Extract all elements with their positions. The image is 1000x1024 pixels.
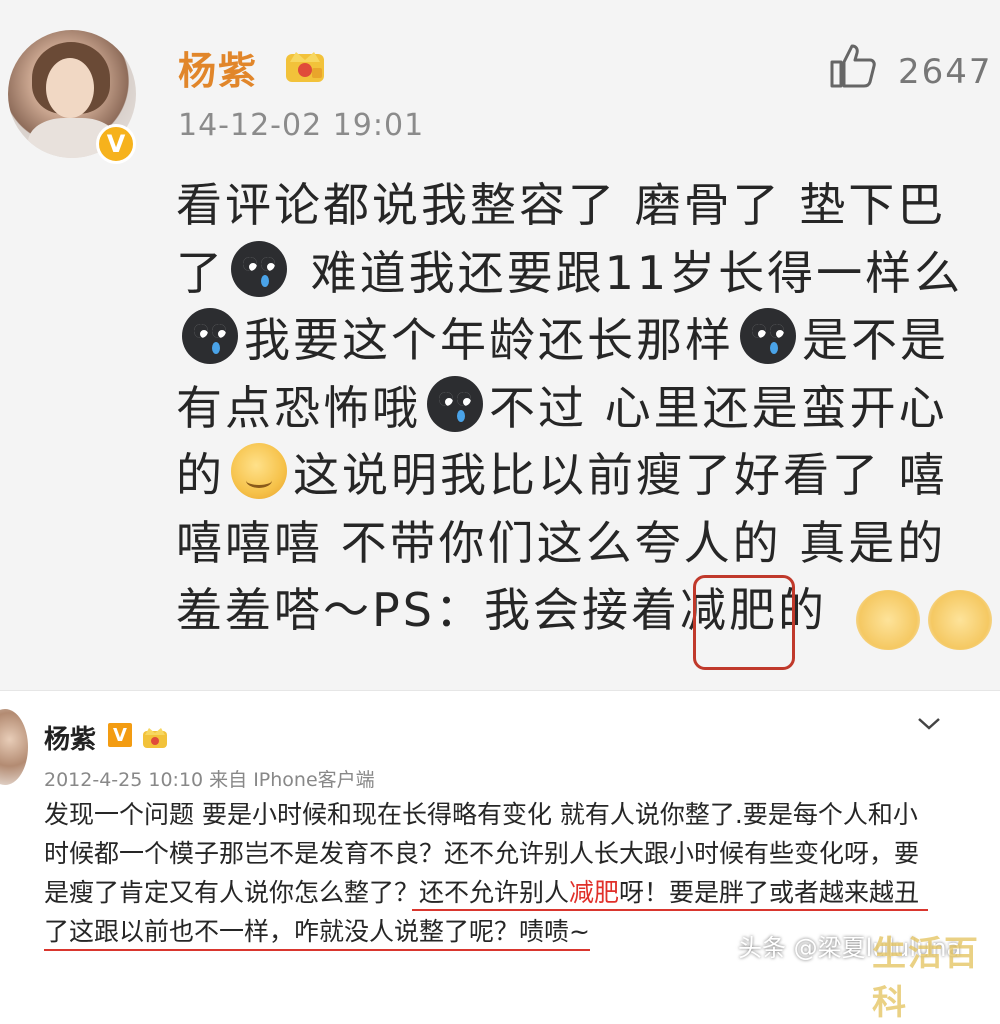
cry-emoji-icon: [182, 308, 238, 364]
crown-icon: [143, 728, 167, 748]
avatar-face: [46, 58, 94, 118]
post-line: 是瘦了肯定又有人说你怎么整了？还不允许别人减肥呀！要是胖了或者越来越丑: [44, 878, 920, 907]
like-count: 2647: [898, 52, 993, 92]
post-line: 发现一个问题 要是小时候和现在长得略有变化 就有人说你整了.要是每个人和小: [44, 800, 918, 829]
post-line: 有点恐怖哦 不过 心里还是蛮开心: [176, 375, 996, 443]
post-line: 了 难道我还要跟11岁长得一样么: [176, 240, 996, 308]
author-name[interactable]: 杨紫: [44, 719, 96, 756]
weibo-post-1: V 杨紫 14-12-02 19:01 2647 看评论都说我整容了 磨骨了 垫…: [0, 0, 1000, 690]
post-body: 看评论都说我整容了 磨骨了 垫下巴 了 难道我还要跟11岁长得一样么 我要这个年…: [176, 172, 996, 645]
red-underline: [412, 909, 928, 911]
post-line: 嘻嘻嘻 不带你们这么夸人的 真是的: [176, 515, 947, 570]
post-line: 我要这个年龄还长那样 是不是: [176, 307, 996, 375]
shy-emoji-icon: [856, 590, 920, 650]
post-line: 的这说明我比以前瘦了好看了 嘻: [176, 442, 996, 510]
chevron-down-icon[interactable]: [916, 709, 942, 739]
smile-emoji-icon: [231, 443, 287, 499]
cry-emoji-icon: [427, 375, 483, 432]
shenghuo-watermark: 生活百科: [872, 934, 980, 1023]
red-underline: [44, 949, 590, 951]
post-timestamp: 2012-4-25 10:10 来自 IPhone客户端: [44, 769, 375, 791]
highlighted-word: 减肥: [569, 878, 620, 907]
post-line: 时候都一个模子那岂不是发育不良？还不允许别人长大跟小时候有些变化呀，要: [44, 839, 920, 868]
verified-icon: V: [108, 723, 132, 747]
cry-emoji-icon: [231, 240, 287, 297]
avatar[interactable]: [0, 709, 28, 785]
post-timestamp: 14-12-02 19:01: [178, 108, 425, 143]
crown-icon: [286, 52, 324, 82]
highlight-box: [693, 575, 795, 670]
author-name[interactable]: 杨紫: [178, 40, 258, 95]
shy-emoji-icon: [928, 590, 992, 650]
verified-icon: V: [96, 124, 136, 164]
thumbs-up-icon[interactable]: [828, 40, 878, 90]
cry-emoji-icon: [740, 308, 796, 364]
post-line: 看评论都说我整容了 磨骨了 垫下巴: [176, 178, 947, 232]
